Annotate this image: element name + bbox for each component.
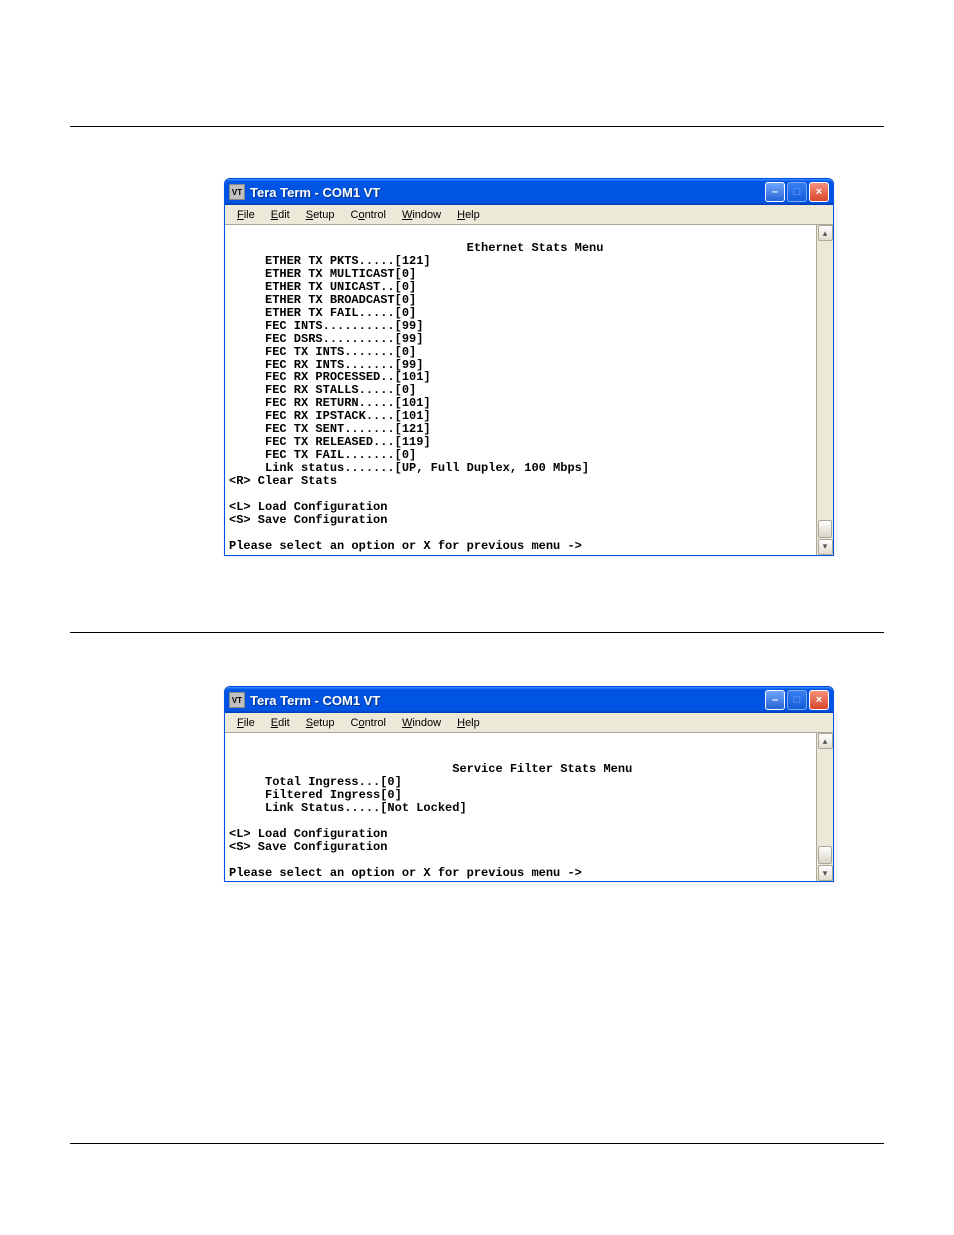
menu-control[interactable]: Control <box>342 715 393 731</box>
menu-window[interactable]: Window <box>394 715 449 731</box>
menu-help[interactable]: Help <box>449 207 488 223</box>
menu-file[interactable]: File <box>229 207 263 223</box>
vertical-scrollbar[interactable]: ▴ ▾ <box>816 225 833 555</box>
tera-term-window-1: VT Tera Term - COM1 VT – □ × File Edit S… <box>224 178 834 556</box>
menubar: File Edit Setup Control Window Help <box>225 205 833 225</box>
titlebar[interactable]: VT Tera Term - COM1 VT – □ × <box>225 179 833 205</box>
vertical-scrollbar[interactable]: ▴ ▾ <box>816 733 833 881</box>
scroll-track[interactable] <box>817 749 833 865</box>
scroll-thumb[interactable] <box>818 846 832 864</box>
menubar: File Edit Setup Control Window Help <box>225 713 833 733</box>
scroll-thumb[interactable] <box>818 520 832 538</box>
scroll-down-icon[interactable]: ▾ <box>818 865 833 881</box>
menu-control[interactable]: Control <box>342 207 393 223</box>
close-button[interactable]: × <box>809 182 829 202</box>
scroll-up-icon[interactable]: ▴ <box>818 225 833 241</box>
titlebar[interactable]: VT Tera Term - COM1 VT – □ × <box>225 687 833 713</box>
close-button[interactable]: × <box>809 690 829 710</box>
menu-help[interactable]: Help <box>449 715 488 731</box>
minimize-button[interactable]: – <box>765 182 785 202</box>
window-title: Tera Term - COM1 VT <box>250 693 765 708</box>
tera-term-window-2: VT Tera Term - COM1 VT – □ × File Edit S… <box>224 686 834 882</box>
minimize-button[interactable]: – <box>765 690 785 710</box>
app-icon: VT <box>229 692 245 708</box>
scroll-up-icon[interactable]: ▴ <box>818 733 833 749</box>
terminal-output[interactable]: Service Filter Stats Menu Total Ingress.… <box>225 733 816 881</box>
maximize-button[interactable]: □ <box>787 182 807 202</box>
menu-window[interactable]: Window <box>394 207 449 223</box>
scroll-down-icon[interactable]: ▾ <box>818 539 833 555</box>
menu-setup[interactable]: Setup <box>298 207 343 223</box>
maximize-button[interactable]: □ <box>787 690 807 710</box>
menu-edit[interactable]: Edit <box>263 207 298 223</box>
scroll-track[interactable] <box>817 241 833 539</box>
window-title: Tera Term - COM1 VT <box>250 185 765 200</box>
menu-file[interactable]: File <box>229 715 263 731</box>
terminal-output[interactable]: Ethernet Stats Menu ETHER TX PKTS.....[1… <box>225 225 816 555</box>
app-icon: VT <box>229 184 245 200</box>
menu-setup[interactable]: Setup <box>298 715 343 731</box>
menu-edit[interactable]: Edit <box>263 715 298 731</box>
